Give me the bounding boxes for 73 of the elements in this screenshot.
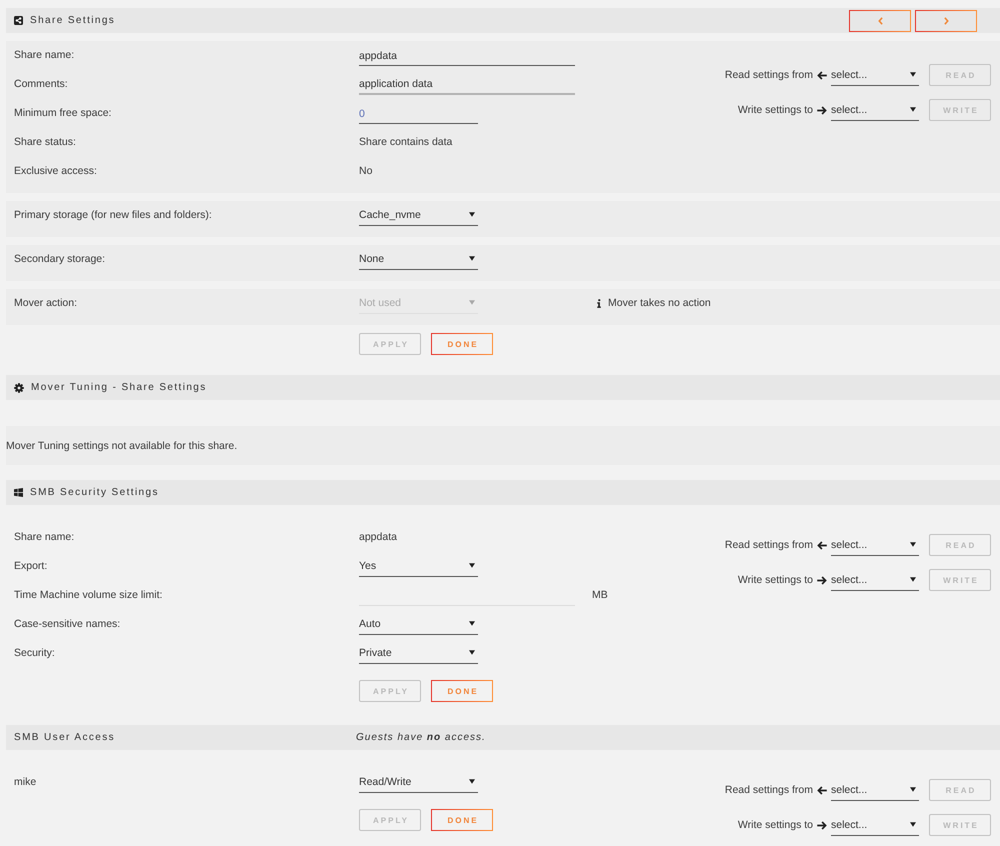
section-title: Share Settings	[30, 15, 116, 26]
field-label: Time Machine volume size limit:	[14, 588, 164, 603]
dropdown[interactable]: None	[359, 250, 478, 270]
field-label: Mover action:	[14, 296, 78, 311]
field-label: Read settings from	[724, 69, 813, 81]
grid-icon	[14, 488, 23, 497]
field-label: Read settings from	[724, 539, 813, 551]
field-label: mike	[14, 775, 38, 790]
previous-button[interactable]	[849, 10, 911, 32]
caret-down-icon	[469, 779, 475, 784]
dropdown[interactable]: Cache_nvme	[359, 206, 478, 226]
header-note: Guests have no access.	[356, 732, 486, 743]
field-label: Exclusive access:	[14, 164, 98, 179]
section-title: SMB User Access	[14, 732, 116, 743]
caret-down-icon	[469, 300, 475, 305]
field-label: Export:	[14, 559, 48, 574]
section-title: SMB Security Settings	[30, 487, 159, 498]
field-label: Case-sensitive names:	[14, 617, 122, 632]
arrow-left-icon	[817, 70, 827, 80]
caret-down-icon	[910, 72, 916, 76]
caret-down-icon	[910, 822, 916, 826]
caret-down-icon	[910, 786, 916, 792]
caret-down-icon	[910, 106, 916, 112]
dropdown[interactable]: select...	[831, 570, 919, 590]
field-label: Comments:	[14, 77, 69, 92]
field-value: No	[359, 164, 372, 179]
section-title: Mover Tuning - Share Settings	[31, 382, 207, 393]
note-text: Mover Tuning settings not available for this share.	[6, 439, 238, 454]
unit-label: MB	[592, 588, 608, 603]
hint-text: Mover takes no action	[608, 297, 711, 309]
gear-icon	[14, 382, 24, 392]
dropdown[interactable]: select...	[831, 536, 919, 556]
dropdown[interactable]: select...	[831, 780, 919, 800]
caret-down-icon	[469, 256, 475, 261]
caret-down-icon	[910, 576, 916, 582]
field-value: Share contains data	[359, 135, 452, 150]
info-icon	[597, 298, 601, 308]
arrow-right-icon	[817, 576, 827, 584]
dropdown[interactable]: Auto	[359, 615, 478, 635]
field-label: Share status:	[14, 135, 77, 150]
field-label: Write settings to	[738, 819, 813, 831]
chevron-left-icon	[878, 16, 882, 24]
caret-down-icon	[469, 621, 475, 626]
text-field[interactable]: 0	[359, 104, 478, 124]
caret-down-icon	[469, 650, 475, 655]
dropdown[interactable]: Read/Write	[359, 773, 478, 793]
arrow-left-icon	[817, 786, 827, 794]
field-label: Read settings from	[724, 784, 813, 796]
field-label: Minimum free space:	[14, 106, 112, 121]
dropdown[interactable]: Private	[359, 644, 478, 664]
next-button[interactable]	[915, 10, 977, 32]
field-label: Write settings to	[738, 574, 813, 586]
caret-down-icon	[910, 542, 916, 546]
caret-down-icon	[469, 212, 475, 217]
dropdown[interactable]: select...	[831, 100, 919, 120]
caret-down-icon	[469, 563, 475, 568]
dropdown[interactable]: select...	[831, 816, 919, 836]
dropdown[interactable]: select...	[831, 66, 919, 86]
chevron-right-icon	[944, 16, 948, 24]
field-label: Write settings to	[738, 104, 813, 116]
field-label: Share name:	[14, 530, 76, 545]
share-icon	[14, 16, 23, 25]
arrow-right-icon	[817, 106, 827, 114]
arrow-left-icon	[817, 540, 827, 550]
field-label: Secondary storage:	[14, 252, 106, 267]
field-label: Security:	[14, 646, 56, 661]
dropdown[interactable]: Yes	[359, 557, 478, 577]
text-field[interactable]: appdata	[359, 46, 575, 66]
field-label: Share name:	[14, 48, 76, 63]
field-label: Primary storage (for new files and folders):	[14, 208, 213, 223]
text-field[interactable]: application data	[359, 75, 575, 95]
field-value: appdata	[359, 530, 397, 545]
arrow-right-icon	[817, 820, 827, 830]
